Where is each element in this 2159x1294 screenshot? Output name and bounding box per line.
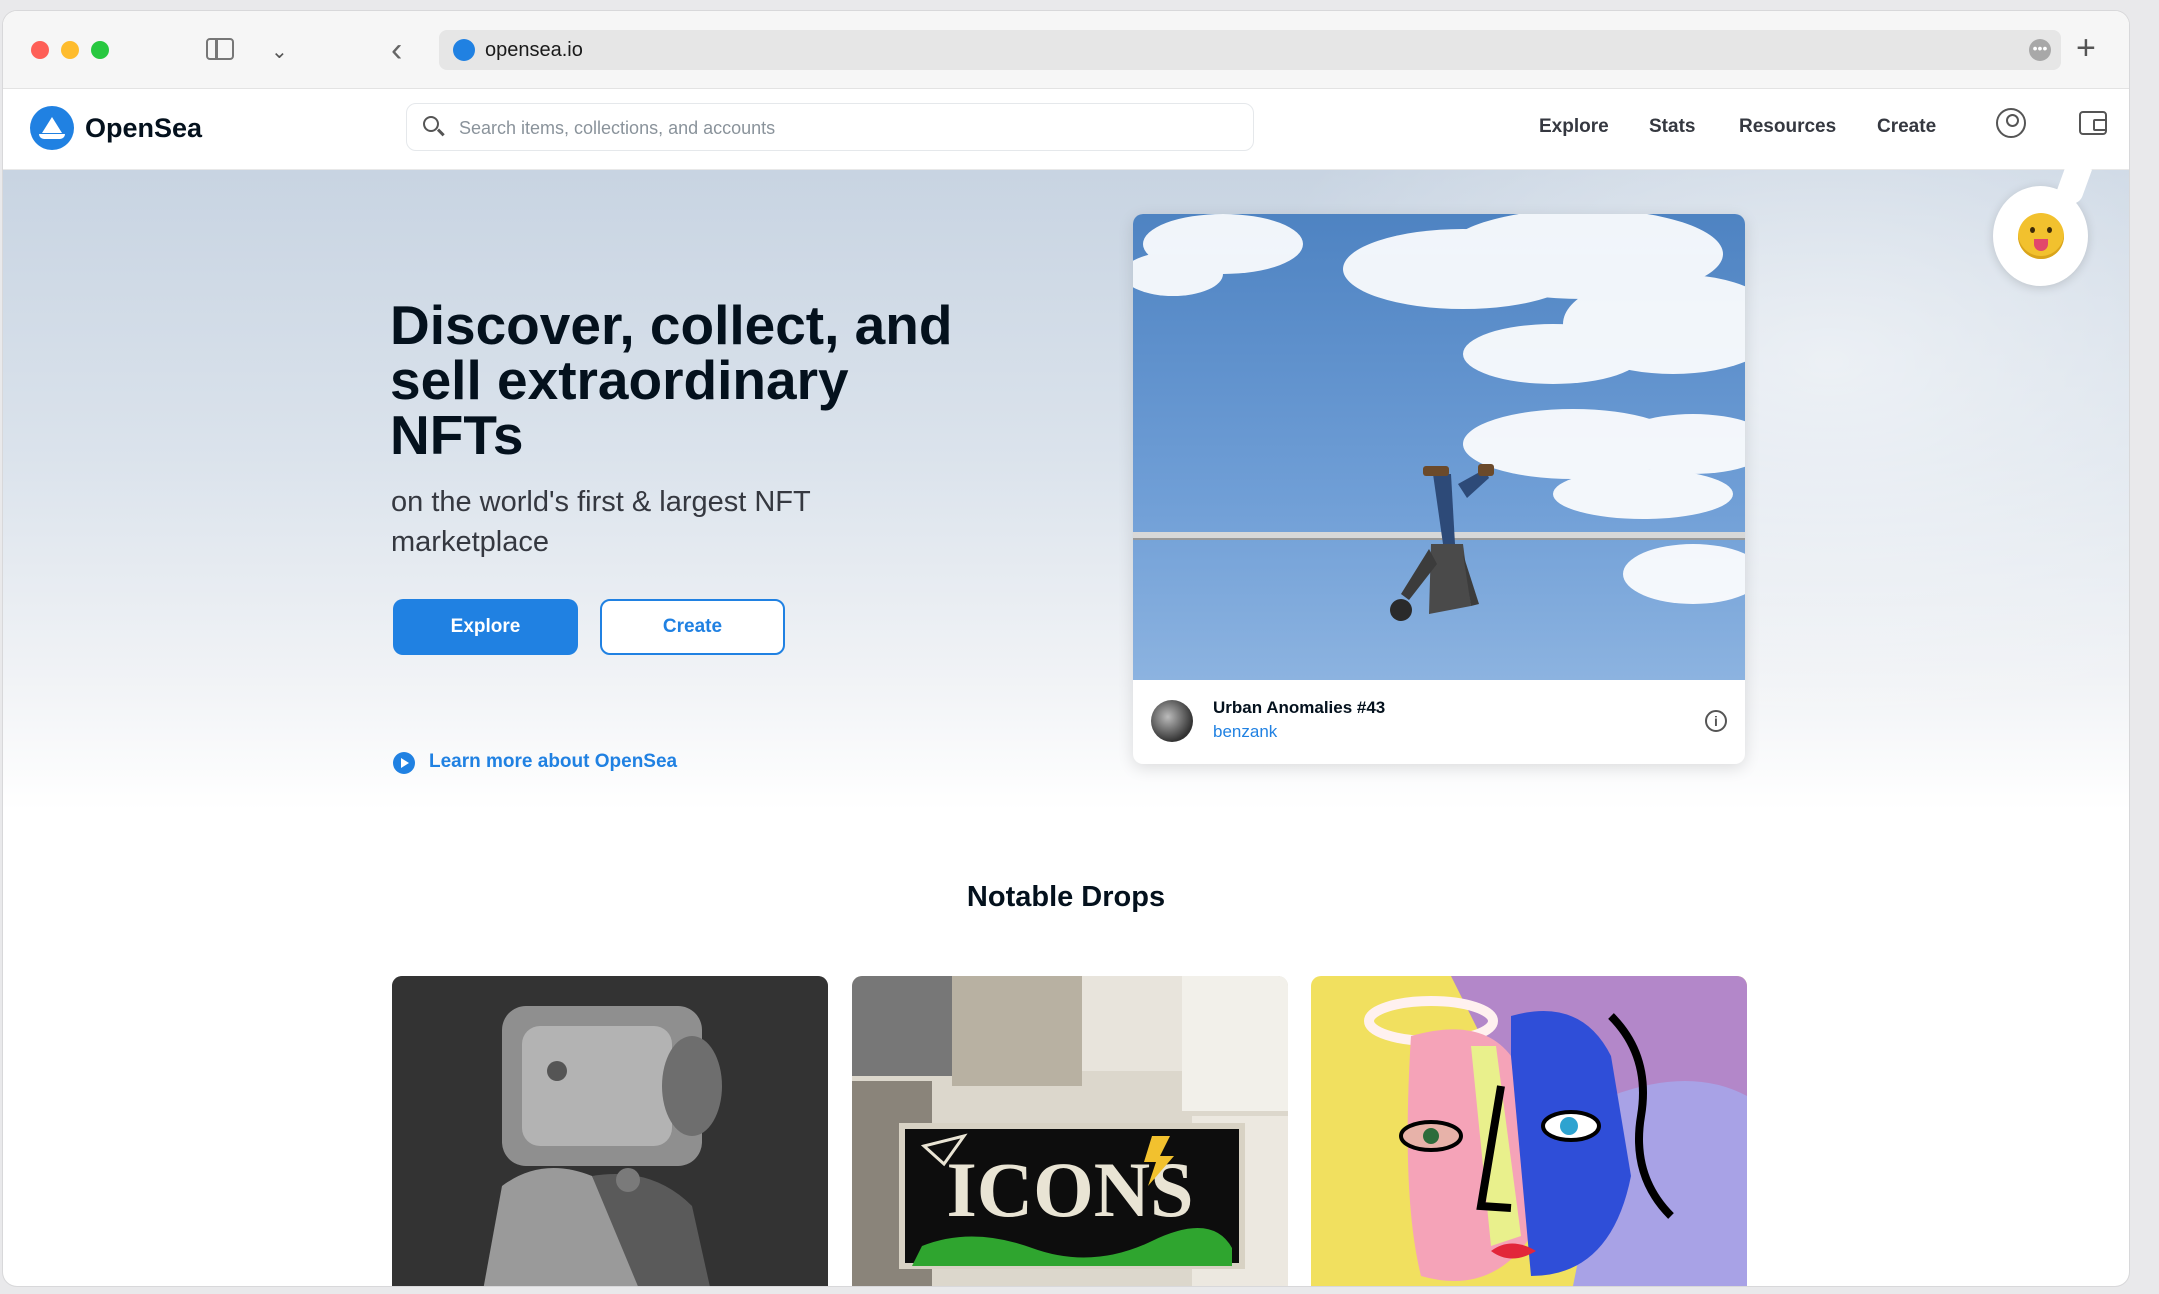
hero-title: Discover, collect, and sell extraordinar… — [390, 294, 953, 466]
notable-drops-title: Notable Drops — [966, 881, 1166, 913]
tongue-out-emoji-icon — [2018, 213, 2064, 259]
search-input[interactable] — [457, 112, 1221, 144]
browser-window: ⌄ ‹ opensea.io ••• + OpenSea Explore Sta… — [3, 11, 2129, 1286]
notable-drop-card-3[interactable] — [1311, 976, 1747, 1286]
drop-image-icons: ICONS — [852, 976, 1288, 1286]
hero-section: Discover, collect, and sell extraordinar… — [3, 170, 2129, 810]
hero-subtitle: on the world's first & largest NFT marke… — [391, 486, 811, 558]
featured-nft-image[interactable] — [1133, 214, 1745, 680]
info-icon[interactable]: i — [1705, 710, 1727, 732]
opensea-logo-icon[interactable] — [30, 106, 74, 150]
notable-drop-card-2[interactable]: ICONS — [852, 976, 1288, 1286]
back-arrow-icon[interactable]: ‹ — [391, 33, 402, 67]
more-options-icon[interactable]: ••• — [2029, 39, 2051, 61]
explore-button[interactable]: Explore — [393, 599, 578, 655]
featured-nft-meta: Urban Anomalies #43 benzank i — [1133, 680, 1745, 764]
nav-create[interactable]: Create — [1877, 116, 1936, 138]
site-header: OpenSea Explore Stats Resources Create — [3, 89, 2129, 170]
site-favicon-icon — [453, 39, 475, 61]
nav-stats[interactable]: Stats — [1649, 116, 1695, 138]
chevron-down-icon[interactable]: ⌄ — [271, 39, 288, 64]
url-text[interactable]: opensea.io — [485, 39, 583, 62]
drop-image-robot — [392, 976, 828, 1286]
address-bar[interactable]: opensea.io ••• — [439, 30, 2061, 70]
search-icon — [423, 116, 439, 132]
new-tab-icon[interactable]: + — [2076, 31, 2096, 65]
maximize-window-button[interactable] — [91, 41, 109, 59]
create-button[interactable]: Create — [600, 599, 785, 655]
drop-image-portrait — [1311, 976, 1747, 1286]
play-circle-icon — [393, 752, 415, 774]
browser-toolbar: ⌄ ‹ opensea.io ••• + — [3, 11, 2129, 89]
search-box[interactable] — [406, 103, 1254, 151]
featured-nft-card[interactable]: Urban Anomalies #43 benzank i — [1133, 214, 1745, 764]
nav-resources[interactable]: Resources — [1739, 116, 1836, 138]
close-window-button[interactable] — [31, 41, 49, 59]
nav-explore[interactable]: Explore — [1539, 116, 1609, 138]
wallet-icon[interactable] — [2079, 111, 2107, 135]
emoji-notification-bubble[interactable] — [1993, 186, 2088, 286]
sidebar-toggle-icon[interactable] — [206, 38, 234, 60]
learn-more-label[interactable]: Learn more about OpenSea — [429, 751, 677, 773]
account-icon[interactable] — [1996, 108, 2026, 138]
notable-drop-card-1[interactable] — [392, 976, 828, 1286]
brand-name[interactable]: OpenSea — [85, 113, 202, 144]
featured-nft-name[interactable]: Urban Anomalies #43 — [1213, 698, 1385, 718]
minimize-window-button[interactable] — [61, 41, 79, 59]
creator-avatar[interactable] — [1151, 700, 1193, 742]
featured-nft-creator[interactable]: benzank — [1213, 722, 1277, 742]
